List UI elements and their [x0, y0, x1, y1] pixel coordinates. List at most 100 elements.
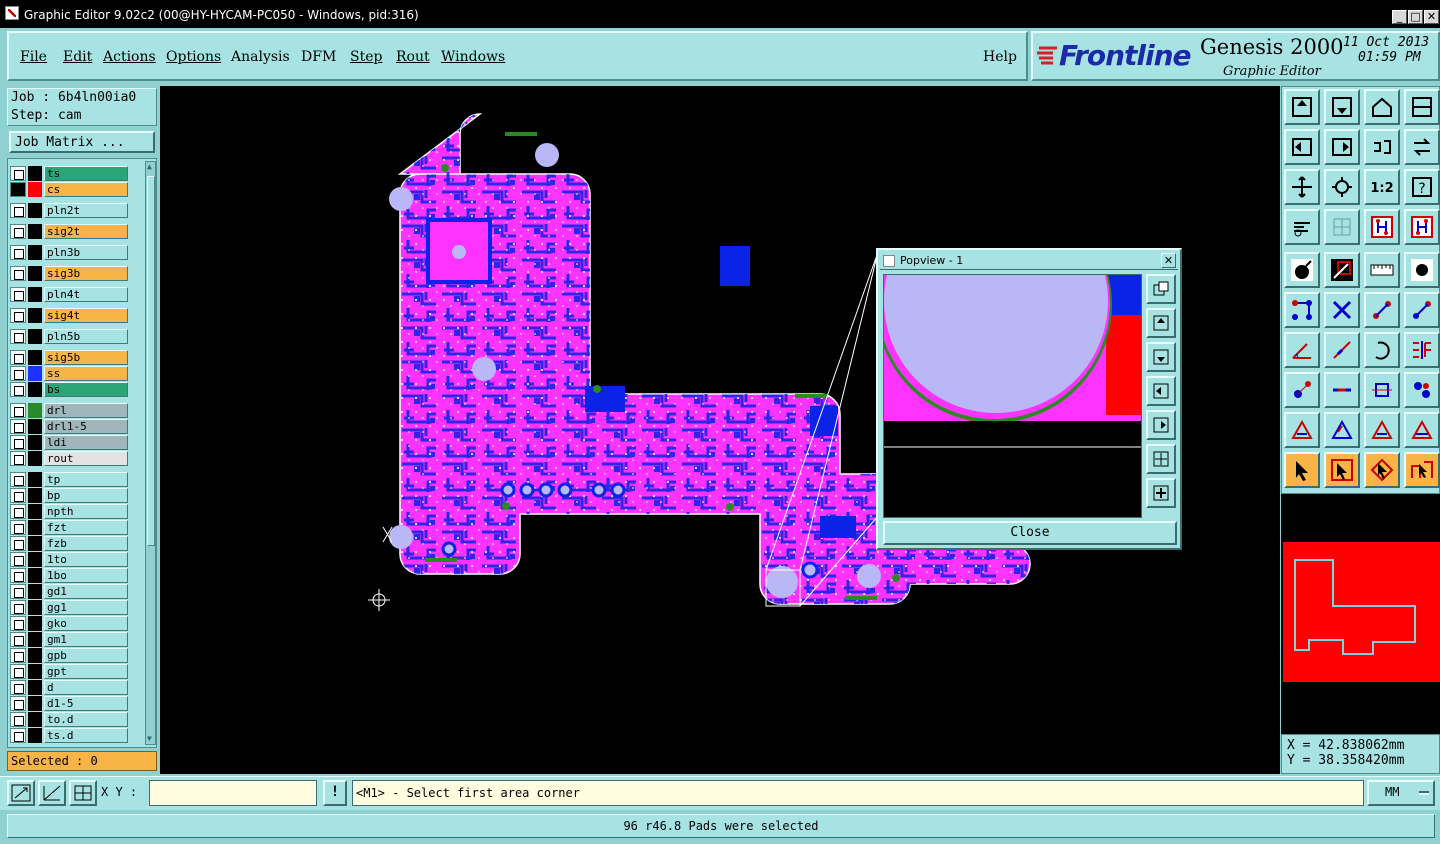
- layer-color-swatch[interactable]: [28, 308, 42, 323]
- layer-checkbox[interactable]: [10, 712, 26, 727]
- pan-right-button[interactable]: [1324, 129, 1360, 165]
- tools-button[interactable]: [1284, 209, 1320, 245]
- layer-name[interactable]: to.d: [44, 712, 128, 727]
- alert-icon[interactable]: !: [323, 780, 347, 806]
- layer-name[interactable]: npth: [44, 504, 128, 519]
- layer-checkbox[interactable]: [10, 472, 26, 487]
- arrow-button[interactable]: [1364, 292, 1400, 328]
- layer-name[interactable]: sig4t: [44, 308, 128, 323]
- layer-name[interactable]: ts.d: [44, 728, 128, 743]
- popview-close-button[interactable]: Close: [883, 521, 1177, 545]
- layer-row[interactable]: ts.d: [10, 728, 128, 743]
- triangle2-button[interactable]: [1324, 412, 1360, 448]
- layer-color-swatch[interactable]: [28, 504, 42, 519]
- layer-checkbox[interactable]: [10, 366, 26, 381]
- layer-color-swatch[interactable]: [28, 166, 42, 181]
- popview-zoom-icon[interactable]: [1146, 274, 1176, 304]
- help-button[interactable]: ?: [1404, 169, 1440, 205]
- layer-checkbox[interactable]: [10, 203, 26, 218]
- layer-name[interactable]: d: [44, 680, 128, 695]
- circle-button[interactable]: [1404, 252, 1440, 288]
- layer-row[interactable]: npth: [10, 504, 128, 519]
- layer-name[interactable]: 1bo: [44, 568, 128, 583]
- snap2-button[interactable]: [1404, 209, 1440, 245]
- home-button[interactable]: [1284, 89, 1320, 125]
- popview-right-icon[interactable]: [1146, 410, 1176, 440]
- house-button[interactable]: [1364, 89, 1400, 125]
- menu-dfm[interactable]: DFM: [301, 49, 336, 65]
- layer-color-swatch[interactable]: [28, 712, 42, 727]
- layer-name[interactable]: tp: [44, 472, 128, 487]
- layer-row[interactable]: cs: [10, 182, 128, 197]
- menu-edit[interactable]: Edit: [63, 49, 92, 65]
- rotate2-button[interactable]: [1364, 332, 1400, 368]
- layer-color-swatch[interactable]: [28, 568, 42, 583]
- layer-name[interactable]: ss: [44, 366, 128, 381]
- triangle3-button[interactable]: [1364, 412, 1400, 448]
- measure-button[interactable]: [1324, 252, 1360, 288]
- layer-name[interactable]: fzt: [44, 520, 128, 535]
- layer-color-swatch[interactable]: [28, 435, 42, 450]
- layer-row[interactable]: fzb: [10, 536, 128, 551]
- layer-checkbox[interactable]: [10, 166, 26, 181]
- box-button[interactable]: [1364, 372, 1400, 408]
- layer-row[interactable]: sig5b: [10, 350, 128, 365]
- save-button[interactable]: [1324, 89, 1360, 125]
- layer-row[interactable]: bs: [10, 382, 128, 397]
- select2-button[interactable]: [1324, 452, 1360, 488]
- layer-row[interactable]: bp: [10, 488, 128, 503]
- layer-row[interactable]: gpb: [10, 648, 128, 663]
- fit-button[interactable]: [1284, 169, 1320, 205]
- close-window-button[interactable]: ✕: [1424, 10, 1439, 24]
- layer-row[interactable]: ts: [10, 166, 128, 181]
- layer-checkbox[interactable]: [10, 680, 26, 695]
- layer-name[interactable]: sig3b: [44, 266, 128, 281]
- layer-row[interactable]: gm1: [10, 632, 128, 647]
- layer-checkbox[interactable]: [10, 648, 26, 663]
- layer-name[interactable]: ldi: [44, 435, 128, 450]
- cross-button[interactable]: [1324, 292, 1360, 328]
- layer-checkbox[interactable]: [10, 696, 26, 711]
- layer-row[interactable]: gpt: [10, 664, 128, 679]
- snap-button[interactable]: [1364, 209, 1400, 245]
- layer-row[interactable]: sig3b: [10, 266, 128, 281]
- arrow2-button[interactable]: [1404, 292, 1440, 328]
- overview-map[interactable]: [1281, 494, 1440, 734]
- layer-color-swatch[interactable]: [28, 366, 42, 381]
- layer-name[interactable]: bp: [44, 488, 128, 503]
- ratio-label[interactable]: 1:2: [1364, 169, 1400, 205]
- layer-name[interactable]: d1-5: [44, 696, 128, 711]
- layer-color-swatch[interactable]: [28, 552, 42, 567]
- grid-button[interactable]: [1324, 209, 1360, 245]
- layer-checkbox[interactable]: [10, 308, 26, 323]
- layer-name[interactable]: gm1: [44, 632, 128, 647]
- scroll-thumb[interactable]: [147, 176, 155, 546]
- layer-name[interactable]: cs: [44, 182, 128, 197]
- layer-row[interactable]: drl: [10, 403, 128, 418]
- layer-row[interactable]: 1to: [10, 552, 128, 567]
- minus-button[interactable]: [1324, 372, 1360, 408]
- layer-color-swatch[interactable]: [28, 266, 42, 281]
- layer-checkbox[interactable]: [10, 584, 26, 599]
- triangle-button[interactable]: [1284, 412, 1320, 448]
- layer-row[interactable]: tp: [10, 472, 128, 487]
- layer-checkbox[interactable]: [10, 488, 26, 503]
- layer-checkbox[interactable]: [10, 568, 26, 583]
- layer-row[interactable]: ldi: [10, 435, 128, 450]
- layer-checkbox[interactable]: [10, 536, 26, 551]
- layer-checkbox[interactable]: [10, 632, 26, 647]
- layer-color-swatch[interactable]: [28, 520, 42, 535]
- layer-scrollbar[interactable]: ▲ ▼: [145, 161, 156, 745]
- layer-name[interactable]: gpt: [44, 664, 128, 679]
- layer-checkbox[interactable]: [10, 350, 26, 365]
- select3-button[interactable]: [1364, 452, 1400, 488]
- layer-checkbox[interactable]: [10, 182, 26, 197]
- layer-checkbox[interactable]: [10, 403, 26, 418]
- menu-options[interactable]: Options: [166, 49, 221, 65]
- layer-color-swatch[interactable]: [28, 680, 42, 695]
- layer-name[interactable]: rout: [44, 451, 128, 466]
- layer-checkbox[interactable]: [10, 520, 26, 535]
- popview-left-icon[interactable]: [1146, 376, 1176, 406]
- layer-color-swatch[interactable]: [28, 616, 42, 631]
- ruler-button[interactable]: [1364, 252, 1400, 288]
